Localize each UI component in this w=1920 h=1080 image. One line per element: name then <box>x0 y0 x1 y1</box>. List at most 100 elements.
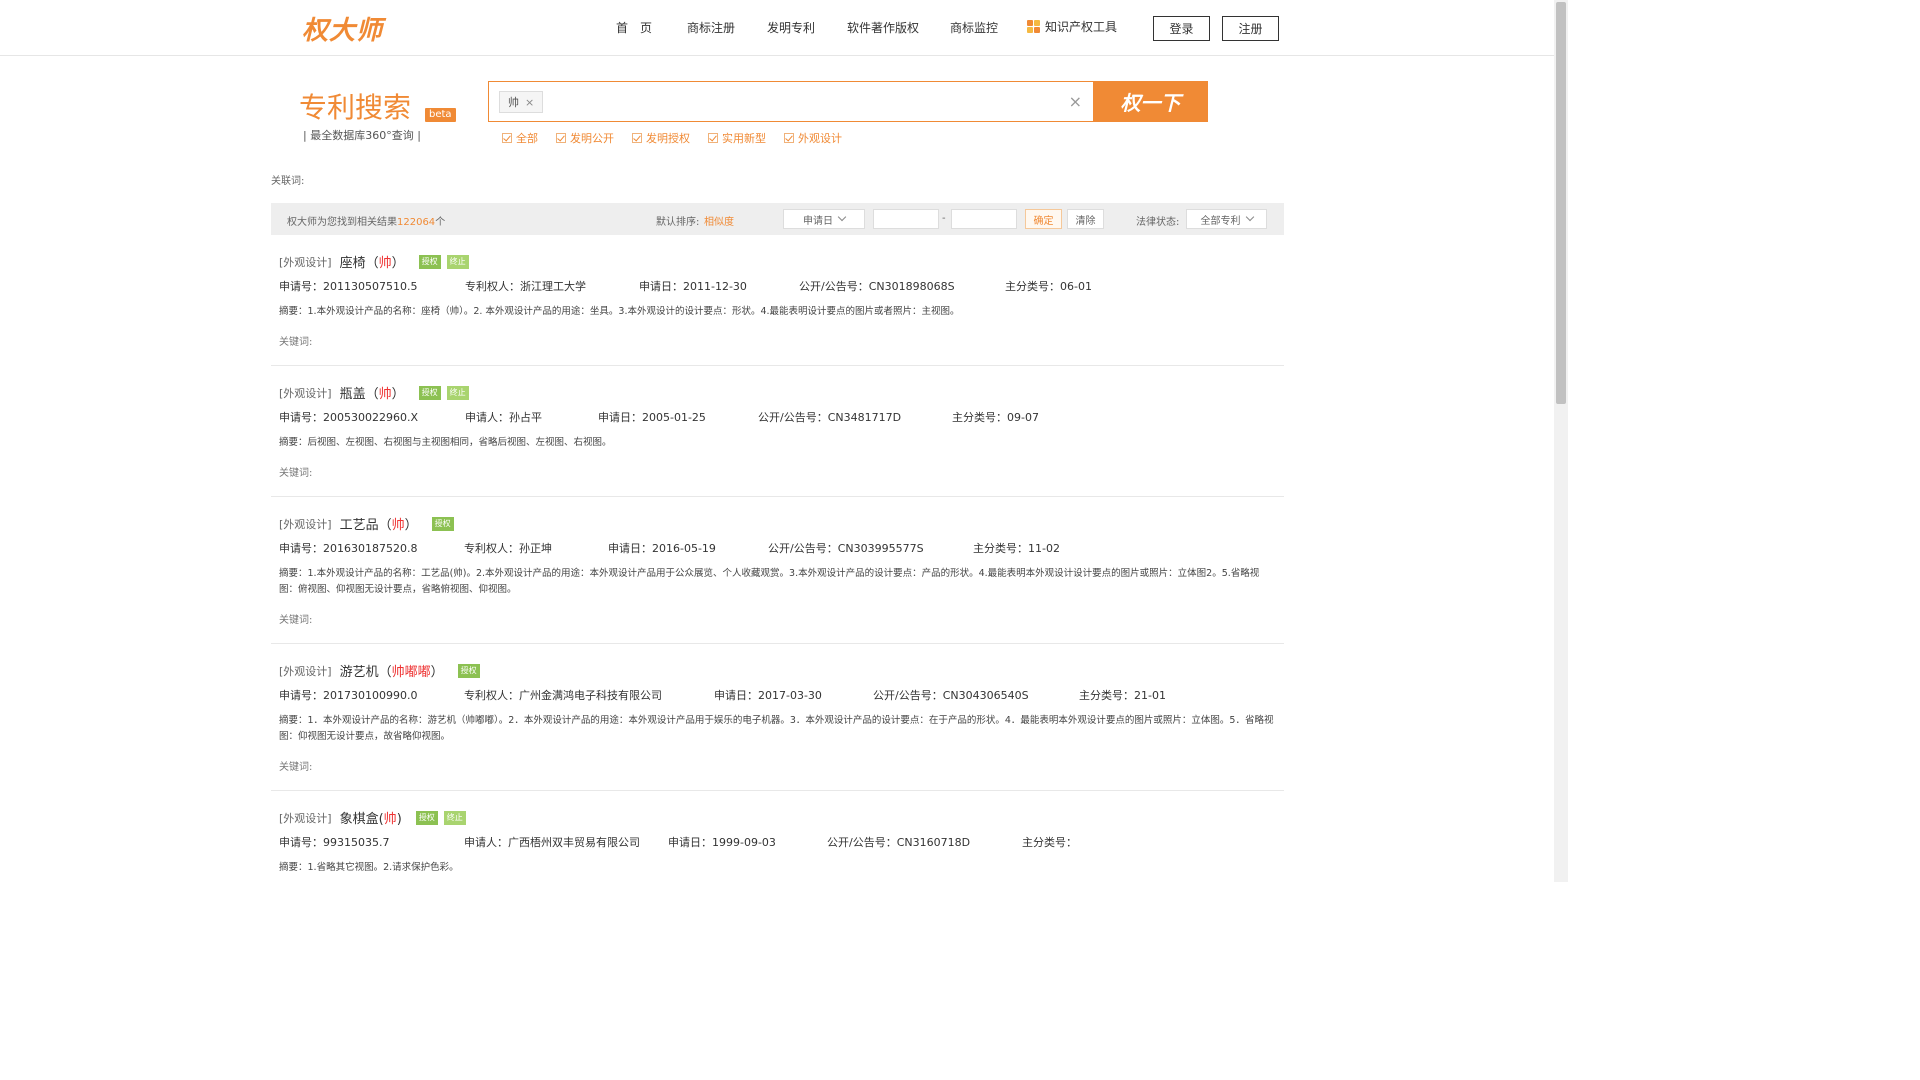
date-range-dash: - <box>942 213 946 224</box>
result-item: [外观设计] 座椅（帅） 授权 终止 申请号：201130507510.5 专利… <box>271 251 1284 366</box>
result-keywords: 关键词: <box>279 468 313 479</box>
patent-search-title: 专利搜索 <box>299 91 412 124</box>
applicant: 申请人：广西梧州双丰贸易有限公司 <box>464 836 640 849</box>
beta-badge: beta <box>425 108 456 122</box>
result-title[interactable]: 座椅（帅） <box>340 252 405 271</box>
status-badge: 授权 <box>415 810 438 825</box>
publication-number: 公开/公告号：CN303995577S <box>768 542 924 555</box>
search-button[interactable]: 权一下 <box>1093 81 1208 122</box>
status-badge: 授权 <box>431 516 454 531</box>
patentee: 专利权人：浙江理工大学 <box>465 280 586 293</box>
confirm-button[interactable]: 确定 <box>1025 209 1062 229</box>
patent-type-filters: 全部 发明公开 发明授权 实用新型 外观设计 <box>502 130 860 146</box>
filter-label: 实用新型 <box>722 132 766 145</box>
main-class-number: 主分类号：09-07 <box>952 411 1039 424</box>
login-button[interactable]: 登录 <box>1153 16 1210 41</box>
checkbox-icon <box>632 133 642 143</box>
result-title-row: [外观设计] 工艺品（帅） 授权 <box>279 514 454 533</box>
checkbox-icon <box>784 133 794 143</box>
main-class-number: 主分类号：21-01 <box>1079 689 1166 702</box>
filter-label: 发明公开 <box>570 132 614 145</box>
nav-trademark-register[interactable]: 商标注册 <box>687 19 735 36</box>
sort-label: 默认排序: <box>656 217 700 228</box>
status-badge: 终止 <box>443 810 466 825</box>
filter-utility-model[interactable]: 实用新型 <box>708 130 766 146</box>
search-keyword-chip[interactable]: 帅 × <box>499 91 544 113</box>
result-title[interactable]: 象棋盒(帅) <box>340 808 402 827</box>
search-input[interactable]: 帅 × × <box>488 81 1094 122</box>
main-class-number: 主分类号：11-02 <box>973 542 1060 555</box>
result-title-row: [外观设计] 游艺机（帅嘟嘟） 授权 <box>279 661 480 680</box>
filter-invention-publication[interactable]: 发明公开 <box>556 130 614 146</box>
nav-ip-tools[interactable]: 知识产权工具 <box>1027 18 1117 35</box>
result-abstract: 摘要：1.本外观设计产品的名称：工艺品(帅)。2.本外观设计产品的用途：本外观设… <box>279 568 1260 595</box>
date-to-input[interactable] <box>951 209 1017 229</box>
site-logo[interactable]: 权大师 <box>302 10 383 47</box>
patentee: 专利权人：孙正坤 <box>464 542 552 555</box>
nav-trademark-monitor[interactable]: 商标监控 <box>950 19 998 36</box>
nav-ip-tools-label: 知识产权工具 <box>1045 20 1118 34</box>
result-title-text: ） <box>391 256 405 271</box>
result-item: [外观设计] 瓶盖（帅） 授权 终止 申请号：200530022960.X 申请… <box>271 382 1284 497</box>
legal-status-select[interactable]: 全部专利 <box>1186 209 1267 229</box>
result-title-text: 游艺机（ <box>339 665 392 680</box>
status-badge: 终止 <box>446 385 469 400</box>
date-type-select[interactable]: 申请日 <box>783 209 865 229</box>
result-title-text: 座椅（ <box>339 256 379 271</box>
result-item: [外观设计] 象棋盒(帅) 授权 终止 申请号：99315035.7 申请人：广… <box>271 807 1284 882</box>
publication-number: 公开/公告号：CN301898068S <box>799 280 955 293</box>
result-title-row: [外观设计] 座椅（帅） 授权 终止 <box>279 252 469 271</box>
result-title[interactable]: 瓶盖（帅） <box>340 383 405 402</box>
grid-icon <box>1027 19 1041 34</box>
clear-button[interactable]: 清除 <box>1067 209 1104 229</box>
result-title-row: [外观设计] 象棋盒(帅) 授权 终止 <box>279 808 466 827</box>
publication-number: 公开/公告号：CN304306540S <box>873 689 1029 702</box>
result-abstract: 摘要：1.省略其它视图。2.请求保护色彩。 <box>279 862 459 873</box>
clear-search-icon[interactable]: × <box>1069 92 1082 111</box>
nav-home[interactable]: 首 页 <box>616 19 652 36</box>
result-title[interactable]: 游艺机（帅嘟嘟） <box>340 661 444 680</box>
filter-design[interactable]: 外观设计 <box>784 130 842 146</box>
checkbox-icon <box>556 133 566 143</box>
status-badge: 授权 <box>418 254 441 269</box>
main-class-number: 主分类号：06-01 <box>1005 280 1092 293</box>
publication-number: 公开/公告号：CN3481717D <box>758 411 902 424</box>
result-keywords: 关键词: <box>279 337 313 348</box>
applicant: 申请人：孙占平 <box>465 411 542 424</box>
results-count-prefix: 权大师为您找到相关结果 <box>287 217 397 228</box>
scrollbar-thumb[interactable] <box>1556 2 1566 404</box>
status-badge: 授权 <box>457 663 480 678</box>
date-type-value: 申请日 <box>803 215 833 227</box>
result-abstract: 摘要：后视图、左视图、右视图与主视图相同，省略后视图、左视图、右视图。 <box>279 437 612 448</box>
checkbox-icon <box>502 133 512 143</box>
status-badge: 授权 <box>418 385 441 400</box>
chip-remove-icon[interactable]: × <box>525 96 534 109</box>
result-type: [外观设计] <box>279 517 332 531</box>
result-title[interactable]: 工艺品（帅） <box>340 514 418 533</box>
application-number: 申请号：201630187520.8 <box>279 542 418 555</box>
application-number: 申请号：201730100990.0 <box>279 689 418 702</box>
page-scrollbar[interactable] <box>1554 0 1568 882</box>
filter-label: 发明授权 <box>646 132 690 145</box>
result-title-highlight: 帅 <box>391 518 405 533</box>
result-abstract: 摘要：1．本外观设计产品的名称：游艺机（帅嘟嘟）。2．本外观设计产品的用途：本外… <box>279 715 1274 742</box>
filter-label: 外观设计 <box>798 132 842 145</box>
filter-all[interactable]: 全部 <box>502 130 538 146</box>
result-title-text: ) <box>396 812 402 827</box>
patentee: 专利权人：广州金满鸿电子科技有限公司 <box>464 689 662 702</box>
chevron-down-icon <box>1245 212 1254 222</box>
register-button[interactable]: 注册 <box>1222 16 1279 41</box>
sort-similarity[interactable]: 相似度 <box>704 213 734 228</box>
main-class-number: 主分类号： <box>1022 836 1077 849</box>
result-title-text: 象棋盒( <box>339 812 384 827</box>
application-date: 申请日：1999-09-03 <box>668 836 776 849</box>
nav-software-copyright[interactable]: 软件著作版权 <box>847 19 919 36</box>
chevron-down-icon <box>837 212 847 222</box>
date-from-input[interactable] <box>873 209 939 229</box>
result-title-highlight: 帅 <box>378 387 392 402</box>
result-title-highlight: 帅嘟嘟 <box>391 665 431 680</box>
application-number: 申请号：99315035.7 <box>279 836 390 849</box>
chip-label: 帅 <box>508 96 519 109</box>
filter-invention-grant[interactable]: 发明授权 <box>632 130 690 146</box>
nav-invention-patent[interactable]: 发明专利 <box>767 19 815 36</box>
